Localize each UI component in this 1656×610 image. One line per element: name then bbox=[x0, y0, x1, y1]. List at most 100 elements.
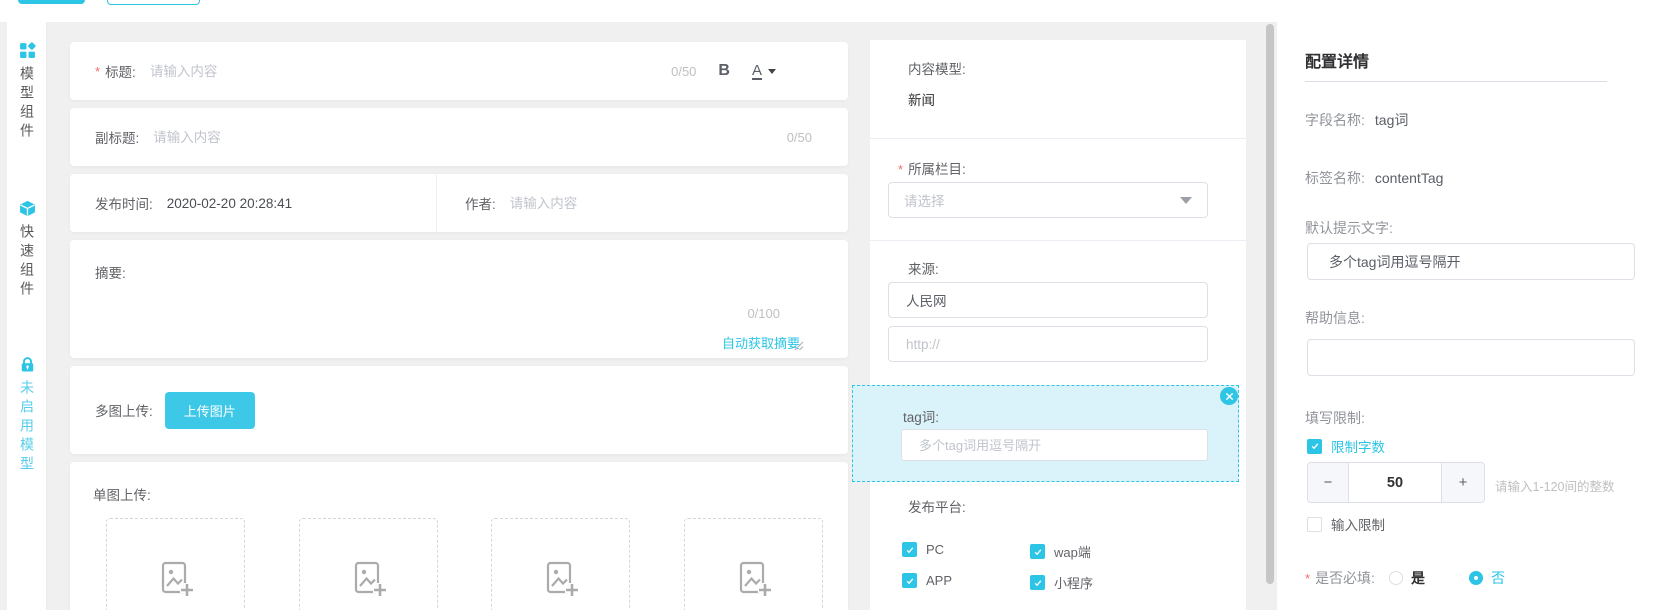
default-hint-label: 默认提示文字: bbox=[1305, 220, 1393, 236]
tag-input[interactable] bbox=[917, 436, 1192, 454]
help-info-input-wrap bbox=[1307, 339, 1635, 376]
subtitle-counter: 0/50 bbox=[786, 129, 812, 145]
source-input[interactable] bbox=[904, 291, 1192, 309]
category-select[interactable]: 请选择 bbox=[888, 182, 1208, 218]
category-label-text: 所属栏目: bbox=[908, 162, 966, 177]
source-url-input[interactable] bbox=[904, 335, 1192, 353]
close-icon bbox=[1225, 392, 1233, 400]
tag-field-card-selected[interactable]: tag词: bbox=[852, 385, 1239, 482]
single-image-upload-slot[interactable] bbox=[106, 518, 245, 610]
summary-field-card: 摘要: 0/100 自动获取摘要 bbox=[70, 240, 848, 358]
char-limit-stepper: − 50 + bbox=[1307, 462, 1485, 503]
author-label: 作者: bbox=[465, 197, 496, 212]
checkbox-checked[interactable] bbox=[902, 573, 917, 588]
platform-option-miniprogram[interactable]: 小程序 bbox=[1030, 573, 1093, 592]
title-counter: 0/50 bbox=[671, 63, 697, 79]
chevron-down-icon bbox=[1180, 196, 1192, 204]
sidebar-item-disabled-models[interactable]: 未启用模型 bbox=[7, 356, 47, 475]
radio-unselected[interactable] bbox=[1388, 571, 1403, 585]
source-input-wrap bbox=[888, 282, 1208, 318]
single-image-upload-slot[interactable] bbox=[684, 518, 823, 610]
multi-image-card: 多图上传: 上传图片 bbox=[70, 366, 848, 454]
input-limit-label: 输入限制 bbox=[1331, 518, 1385, 533]
checkbox-checked[interactable] bbox=[1030, 544, 1045, 559]
platform-option-label: APP bbox=[926, 573, 953, 588]
publish-time-section: 发布时间: bbox=[70, 174, 437, 232]
lock-icon bbox=[21, 357, 33, 372]
help-info-label: 帮助信息: bbox=[1305, 310, 1365, 326]
platform-option-label: wap端 bbox=[1054, 545, 1091, 560]
required-no-label: 否 bbox=[1490, 570, 1505, 586]
cube-icon bbox=[19, 200, 35, 217]
grid-icon bbox=[19, 42, 36, 58]
picture-add-icon bbox=[546, 561, 579, 597]
input-limit-option[interactable]: 输入限制 bbox=[1307, 514, 1385, 534]
platform-option-wap[interactable]: wap端 bbox=[1030, 542, 1091, 561]
checkbox-unchecked[interactable] bbox=[1307, 516, 1322, 532]
sidebar-item-label: 模型组件 bbox=[19, 66, 35, 142]
field-name-row: 字段名称: tag词 bbox=[1305, 110, 1408, 130]
title-input[interactable] bbox=[147, 62, 672, 80]
checkbox-checked[interactable] bbox=[1030, 575, 1045, 590]
divider bbox=[870, 138, 1246, 139]
vertical-scrollbar[interactable] bbox=[1266, 24, 1274, 584]
publish-time-label: 发布时间: bbox=[95, 197, 153, 212]
char-limit-label: 限制字数 bbox=[1331, 440, 1385, 455]
fill-limit-label: 填写限制: bbox=[1305, 410, 1365, 426]
content-model-value: 新闻 bbox=[908, 93, 935, 108]
required-mark: * bbox=[1305, 570, 1311, 586]
author-input[interactable] bbox=[507, 194, 848, 212]
remove-field-button[interactable] bbox=[1220, 387, 1238, 405]
tag-name-row: 标签名称: contentTag bbox=[1305, 168, 1443, 188]
picture-add-icon bbox=[161, 561, 194, 597]
single-image-upload-slot[interactable] bbox=[299, 518, 438, 610]
font-color-icon[interactable]: A bbox=[751, 63, 762, 80]
multi-image-label: 多图上传: bbox=[95, 404, 153, 419]
publish-time-input[interactable] bbox=[164, 194, 436, 212]
sidebar-item-quick-components[interactable]: 快速组件 bbox=[7, 200, 47, 300]
sidebar-item-label: 快速组件 bbox=[19, 224, 35, 300]
component-sidebar: 模型组件 快速组件 未启用模型 bbox=[7, 22, 47, 610]
divider bbox=[870, 240, 1246, 241]
field-name-value: tag词 bbox=[1374, 112, 1409, 128]
sidebar-item-label: 未启用模型 bbox=[19, 380, 35, 475]
stepper-value[interactable]: 50 bbox=[1349, 463, 1441, 502]
author-section: 作者: bbox=[437, 174, 848, 232]
topbar-secondary-button[interactable] bbox=[107, 0, 200, 5]
single-image-upload-slot[interactable] bbox=[491, 518, 630, 610]
checkbox-checked[interactable] bbox=[1307, 438, 1322, 454]
time-author-card: 发布时间: 作者: bbox=[70, 174, 848, 232]
resize-handle-icon[interactable] bbox=[794, 341, 804, 351]
auto-summary-link[interactable]: 自动获取摘要 bbox=[722, 333, 800, 352]
field-name-label: 字段名称: bbox=[1305, 112, 1365, 128]
radio-selected[interactable] bbox=[1468, 571, 1483, 585]
default-hint-input[interactable] bbox=[1327, 252, 1615, 271]
checkbox-checked[interactable] bbox=[902, 542, 917, 557]
required-yes-label: 是 bbox=[1410, 570, 1425, 586]
platform-option-pc[interactable]: PC bbox=[902, 542, 944, 557]
source-label: 来源: bbox=[908, 262, 939, 277]
stepper-increase-button[interactable]: + bbox=[1441, 463, 1484, 502]
char-limit-option[interactable]: 限制字数 bbox=[1307, 436, 1385, 456]
help-info-input[interactable] bbox=[1327, 348, 1615, 367]
tag-name-value: contentTag bbox=[1374, 170, 1444, 186]
divider bbox=[1305, 81, 1607, 82]
bold-icon[interactable]: B bbox=[718, 62, 730, 80]
stepper-hint: 请输入1-120间的整数 bbox=[1495, 480, 1615, 494]
upload-image-button[interactable]: 上传图片 bbox=[164, 391, 255, 429]
platform-option-label: PC bbox=[926, 542, 945, 557]
summary-counter: 0/100 bbox=[747, 306, 780, 321]
platform-option-app[interactable]: APP bbox=[902, 573, 952, 588]
required-setting-row: * 是否必填: 是 否 bbox=[1305, 568, 1505, 588]
topbar-primary-button[interactable] bbox=[18, 0, 85, 4]
sidebar-item-model-components[interactable]: 模型组件 bbox=[7, 42, 47, 142]
summary-label: 摘要: bbox=[95, 266, 126, 281]
subtitle-input[interactable] bbox=[151, 128, 787, 146]
stepper-decrease-button[interactable]: − bbox=[1308, 463, 1349, 502]
model-settings-panel: 内容模型: 新闻 * 所属栏目: 请选择 来源: bbox=[870, 40, 1246, 610]
config-panel-title: 配置详情 bbox=[1305, 54, 1370, 71]
chevron-down-icon[interactable] bbox=[768, 68, 776, 74]
platform-label: 发布平台: bbox=[908, 500, 966, 515]
content-model-label: 内容模型: bbox=[908, 62, 966, 77]
title-field-card: * 标题: 0/50 B A bbox=[70, 42, 848, 100]
